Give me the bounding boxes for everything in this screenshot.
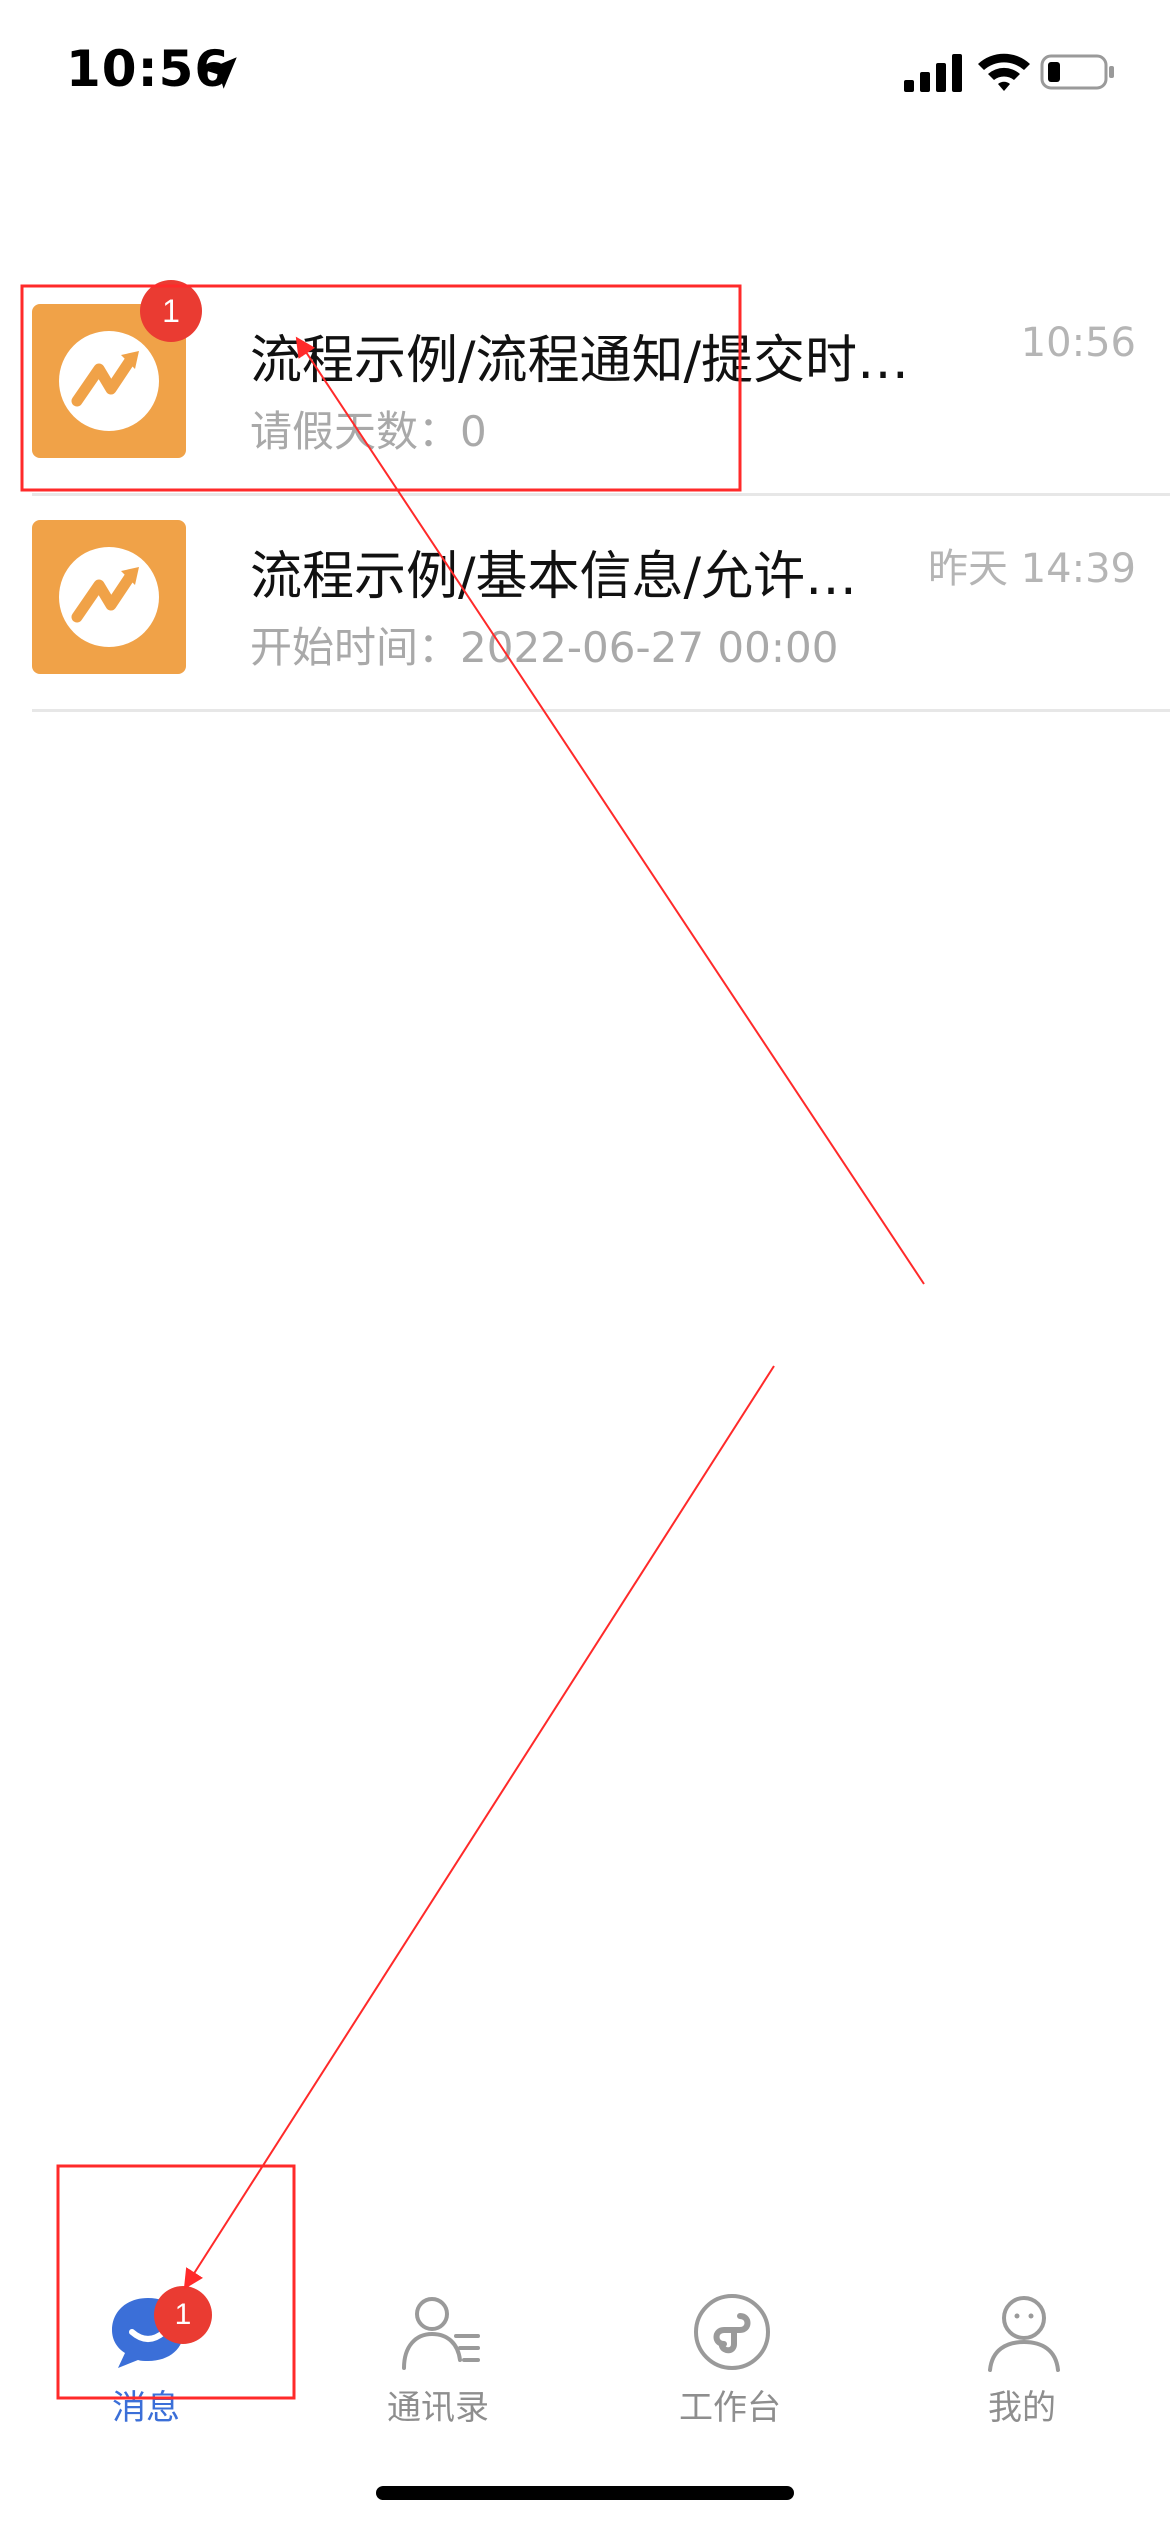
tab-label: 通讯录 [387, 2388, 489, 2428]
message-item[interactable]: 1 流程示例/流程通知/提交时… 请假天数：0 10:56 [0, 280, 1170, 496]
tab-label: 我的 [988, 2388, 1056, 2428]
trend-arrow-icon [59, 547, 159, 647]
tab-label: 工作台 [679, 2388, 781, 2428]
message-title: 流程示例/流程通知/提交时… [250, 331, 910, 391]
profile-icon [988, 2296, 1060, 2372]
message-title: 流程示例/基本信息/允许… [250, 547, 858, 607]
annotation-arrow [183, 1365, 775, 2290]
message-item[interactable]: 流程示例/基本信息/允许… 开始时间：2022-06-27 00:00 昨天 1… [0, 496, 1170, 712]
message-time: 10:56 [1020, 320, 1136, 366]
tab-label: 消息 [112, 2388, 180, 2428]
trend-arrow-icon [59, 331, 159, 431]
cellular-signal-icon [904, 54, 962, 92]
message-preview: 请假天数：0 [250, 407, 487, 456]
mini-program-icon [694, 2294, 770, 2370]
message-time: 昨天 14:39 [928, 546, 1136, 592]
battery-icon [1040, 54, 1114, 90]
home-indicator [376, 2486, 794, 2500]
location-arrow-icon [205, 57, 237, 89]
unread-badge: 1 [140, 280, 202, 342]
message-list: 1 流程示例/流程通知/提交时… 请假天数：0 10:56 流程示例/基本信息/… [0, 280, 1170, 712]
contacts-icon [402, 2297, 480, 2370]
message-avatar [32, 520, 186, 674]
tab-workbench[interactable]: 工作台 [584, 2270, 876, 2450]
tab-contacts[interactable]: 通讯录 [292, 2270, 584, 2450]
tab-bar: 1 消息 通讯录 工作台 我的 [0, 2270, 1170, 2450]
tab-messages[interactable]: 1 消息 [0, 2270, 292, 2450]
tab-me[interactable]: 我的 [876, 2270, 1168, 2450]
wifi-icon [978, 53, 1030, 91]
unread-badge: 1 [154, 2286, 212, 2344]
divider [32, 709, 1170, 712]
message-avatar: 1 [32, 280, 202, 458]
status-bar: 10:56 [0, 0, 1170, 150]
message-preview: 开始时间：2022-06-27 00:00 [250, 623, 839, 672]
